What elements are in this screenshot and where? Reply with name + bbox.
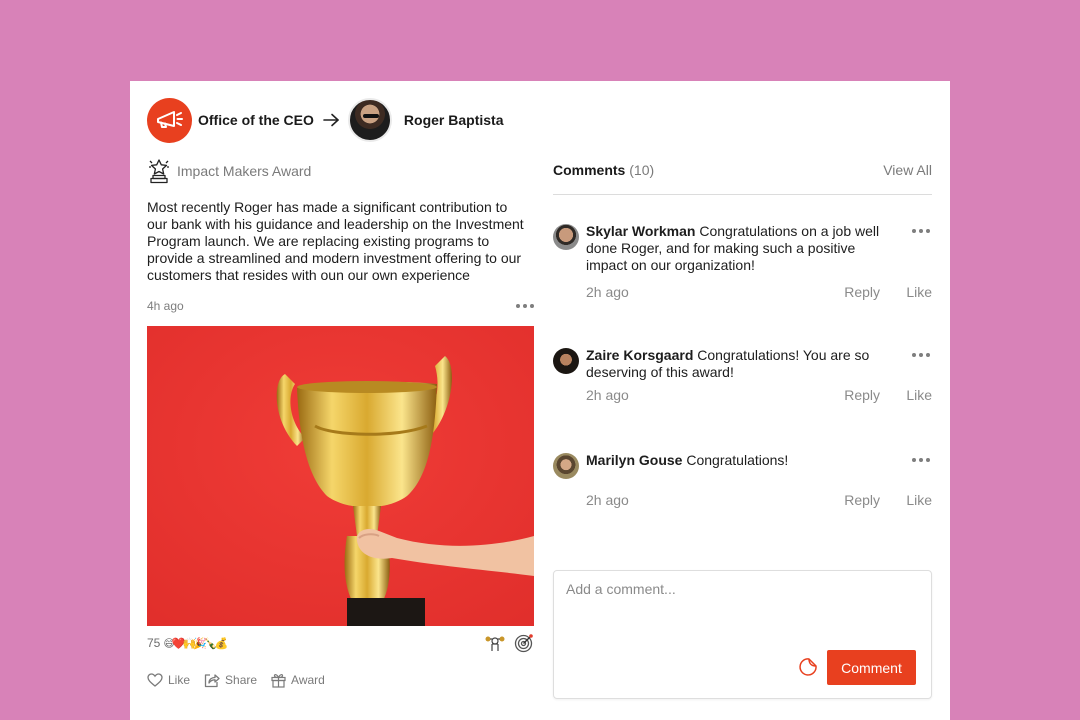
trophy-star-icon (149, 159, 169, 184)
share-icon (204, 673, 220, 687)
reaction-emojis: 😄❤️🙌🎉🍾💰 (163, 637, 228, 650)
post-meta: 4h ago (147, 297, 534, 315)
comment-item: Skylar Workman Congratulations on a job … (553, 223, 932, 302)
comment-submit-button[interactable]: Comment (827, 650, 916, 685)
reaction-count: 75 (147, 636, 161, 650)
commenter-avatar[interactable] (553, 348, 579, 374)
comment-like-button[interactable]: Like (906, 387, 932, 403)
comment-like-button[interactable]: Like (906, 284, 932, 300)
comment-more-icon[interactable] (912, 353, 930, 357)
award-line: Impact Makers Award (147, 157, 534, 185)
comment-more-icon[interactable] (912, 458, 930, 462)
comment-item: Marilyn Gouse Congratulations! 2h ago Re… (553, 452, 932, 510)
comments-count: (10) (629, 162, 655, 178)
reactions-row: 75 😄❤️🙌🎉🍾💰 (147, 633, 534, 653)
award-button[interactable]: Award (271, 673, 325, 688)
trophy-illustration (147, 326, 534, 626)
heart-icon (147, 673, 163, 687)
comment-time: 2h ago (586, 492, 629, 508)
like-button[interactable]: Like (147, 673, 190, 687)
comment-like-button[interactable]: Like (906, 492, 932, 508)
reply-button[interactable]: Reply (844, 387, 880, 403)
comment-more-icon[interactable] (912, 229, 930, 233)
comment-text: Marilyn Gouse Congratulations! (586, 452, 896, 469)
post-content: Impact Makers Award Most recently Roger … (147, 157, 534, 690)
recognition-post-card: Office of the CEO Roger Baptista Impact … (130, 81, 950, 720)
comments-header: Comments (10) View All (553, 157, 932, 183)
reply-button[interactable]: Reply (844, 284, 880, 300)
sender-name[interactable]: Office of the CEO (198, 112, 314, 128)
comment-input[interactable] (566, 581, 916, 641)
share-label: Share (225, 673, 258, 687)
comment-time: 2h ago (586, 387, 629, 403)
reaction-summary[interactable]: 75 😄❤️🙌🎉🍾💰 (147, 636, 228, 650)
comments-title-text: Comments (553, 162, 626, 178)
arrow-right-icon (322, 113, 340, 127)
commenter-avatar[interactable] (553, 224, 579, 250)
post-image (147, 326, 534, 626)
post-time: 4h ago (147, 299, 184, 313)
post-body: Most recently Roger has made a significa… (147, 199, 524, 283)
comment-item: Zaire Korsgaard Congratulations! You are… (553, 347, 932, 405)
award-name: Impact Makers Award (177, 163, 312, 179)
post-more-icon[interactable] (516, 304, 534, 308)
like-label: Like (168, 673, 191, 687)
comment-meta: 2h ago Reply Like (586, 492, 932, 510)
comment-author[interactable]: Marilyn Gouse (586, 452, 682, 468)
comment-composer: Comment (553, 570, 932, 699)
megaphone-icon (156, 111, 183, 128)
sender-avatar[interactable] (147, 97, 192, 143)
comment-meta: 2h ago Reply Like (586, 387, 932, 405)
share-button[interactable]: Share (204, 673, 257, 688)
recipient-name[interactable]: Roger Baptista (404, 112, 504, 128)
recipient-avatar[interactable] (347, 98, 392, 142)
award-label: Award (291, 673, 325, 687)
reply-button[interactable]: Reply (844, 492, 880, 508)
comment-meta: 2h ago Reply Like (586, 284, 932, 302)
comments-divider (553, 194, 932, 195)
comment-text: Skylar Workman Congratulations on a job … (586, 223, 896, 274)
target-badge-icon[interactable] (514, 633, 534, 653)
comments-title: Comments (10) (553, 162, 654, 178)
strong-arm-badge-icon[interactable] (484, 634, 506, 652)
gift-icon (271, 673, 286, 688)
comment-message: Congratulations! (686, 452, 789, 468)
comment-text: Zaire Korsgaard Congratulations! You are… (586, 347, 896, 381)
comment-author[interactable]: Zaire Korsgaard (586, 347, 693, 363)
badge-icons (484, 633, 534, 653)
comments-panel: Comments (10) View All Skylar Workman Co… (553, 157, 932, 699)
view-all-link[interactable]: View All (883, 162, 932, 178)
comment-time: 2h ago (586, 284, 629, 300)
post-header: Office of the CEO Roger Baptista (147, 97, 503, 143)
commenter-avatar[interactable] (553, 453, 579, 479)
comment-author[interactable]: Skylar Workman (586, 223, 695, 239)
post-actions: Like Share Award (147, 670, 534, 690)
sticker-icon[interactable] (799, 657, 818, 676)
